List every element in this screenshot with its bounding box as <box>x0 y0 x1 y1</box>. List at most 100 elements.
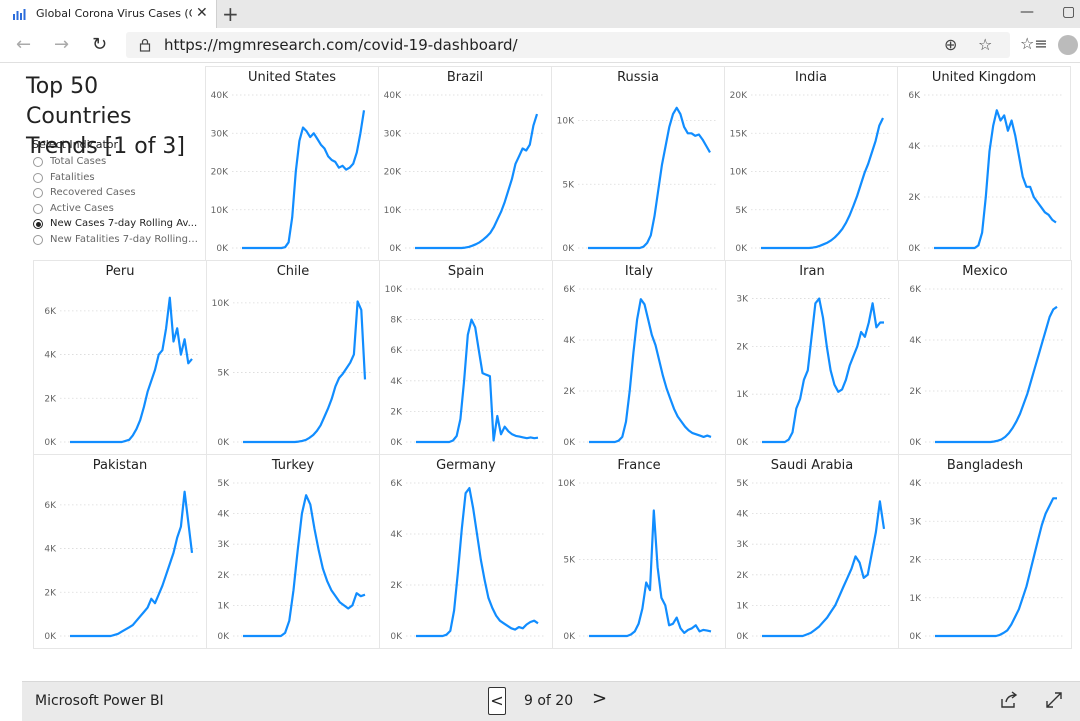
slicer-option[interactable]: Active Cases <box>32 202 202 218</box>
slicer-option[interactable]: Fatalities <box>32 171 202 187</box>
slicer-option[interactable]: New Fatalities 7-day Rolling ... <box>32 233 202 249</box>
series-line[interactable] <box>588 106 711 250</box>
y-tick-label: 0K <box>562 244 575 254</box>
radio-icon[interactable] <box>33 172 43 183</box>
country-chart[interactable]: 0K 2K 4K 6K Germany <box>379 454 553 649</box>
chart-title: Chile <box>276 264 310 279</box>
slicer-option-label: Total Cases <box>50 156 107 167</box>
chart-title: Peru <box>105 264 135 279</box>
line-chart: 0K 2K 4K 6K <box>909 285 1063 448</box>
y-tick-label: 2K <box>736 571 749 581</box>
series-line[interactable] <box>415 113 539 250</box>
previous-page-button[interactable]: < <box>488 687 506 715</box>
minimize-icon[interactable]: — <box>1020 4 1034 20</box>
series-line[interactable] <box>242 110 366 250</box>
country-chart[interactable]: 0K 10K 20K 30K 40K United States <box>205 66 379 261</box>
slicer-option[interactable]: Total Cases <box>32 155 202 171</box>
country-chart[interactable]: 0K 2K 4K 6K Peru <box>33 260 207 455</box>
chart-title: Bangladesh <box>946 458 1024 473</box>
country-chart[interactable]: 0K 2K 4K 6K United Kingdom <box>897 66 1071 261</box>
country-chart[interactable]: 0K 5K 10K Russia <box>551 66 725 261</box>
series-line[interactable] <box>70 490 194 638</box>
radio-icon[interactable] <box>33 203 43 214</box>
forward-icon[interactable]: → <box>54 34 69 55</box>
maximize-icon[interactable]: ▢ <box>1062 4 1075 20</box>
y-tick-label: 6K <box>909 285 922 295</box>
series-line[interactable] <box>243 494 366 638</box>
favorite-star-icon[interactable]: ☆ <box>978 35 992 54</box>
y-tick-label: 5K <box>735 206 748 216</box>
y-tick-label: 4K <box>909 336 922 346</box>
chart-title: United States <box>247 70 337 85</box>
browser-tab[interactable]: Global Corona Virus Cases (Covid ✕ <box>0 0 217 28</box>
y-tick-label: 5K <box>562 180 575 190</box>
country-chart[interactable]: 0K 1K 2K 3K 4K 5K Saudi Arabia <box>725 454 899 649</box>
profile-avatar[interactable] <box>1058 35 1078 55</box>
address-bar[interactable]: https://mgmresearch.com/covid-19-dashboa… <box>126 32 1010 58</box>
series-line[interactable] <box>762 500 886 638</box>
series-line[interactable] <box>935 497 1057 638</box>
series-line[interactable] <box>934 109 1057 250</box>
country-chart[interactable]: 0K 10K 20K 30K 40K Brazil <box>378 66 552 261</box>
y-tick-label: 2K <box>736 342 749 352</box>
y-tick-label: 0K <box>217 632 230 642</box>
y-tick-label: 10K <box>557 117 575 127</box>
slicer-option[interactable]: Recovered Cases <box>32 186 202 202</box>
power-bi-footer: Microsoft Power BI < 9 of 20 > <box>22 681 1080 721</box>
back-icon[interactable]: ← <box>16 34 31 55</box>
line-chart: 0K 2K 4K 6K <box>390 479 544 642</box>
series-line[interactable] <box>70 296 193 444</box>
series-line[interactable] <box>935 305 1058 444</box>
radio-icon[interactable] <box>33 234 43 245</box>
line-chart: 0K 1K 2K 3K <box>736 295 890 448</box>
series-line[interactable] <box>416 486 539 638</box>
country-chart[interactable]: 0K 2K 4K 6K Pakistan <box>33 454 207 649</box>
series-line[interactable] <box>243 300 367 444</box>
share-icon[interactable] <box>999 690 1019 710</box>
zoom-icon[interactable]: ⊕ <box>944 35 957 54</box>
y-tick-label: 3K <box>736 295 749 305</box>
y-tick-label: 0K <box>563 632 576 642</box>
country-chart[interactable]: 0K 5K 10K Chile <box>206 260 380 455</box>
country-chart[interactable]: 0K 5K 10K 15K 20K India <box>724 66 898 261</box>
radio-selected-icon[interactable] <box>33 219 43 230</box>
country-chart[interactable]: 0K 1K 2K 3K Iran <box>725 260 899 455</box>
chart-title: Pakistan <box>92 458 148 473</box>
radio-icon[interactable] <box>33 188 43 199</box>
country-chart[interactable]: 0K 1K 2K 3K 4K Bangladesh <box>898 454 1072 649</box>
next-page-button[interactable]: > <box>592 688 607 709</box>
country-chart[interactable]: 0K 1K 2K 3K 4K 5K Turkey <box>206 454 380 649</box>
y-tick-label: 4K <box>390 377 403 387</box>
power-bi-brand[interactable]: Microsoft Power BI <box>35 693 164 709</box>
series-line[interactable] <box>761 117 884 250</box>
line-chart: 0K 2K 4K 6K 8K 10K <box>385 285 544 448</box>
line-chart: 0K 2K 4K 6K <box>908 91 1062 254</box>
country-chart[interactable]: 0K 2K 4K 6K 8K 10K Spain <box>379 260 553 455</box>
slicer-option-label: Recovered Cases <box>50 187 136 199</box>
tab-title: Global Corona Virus Cases (Covid <box>36 7 192 20</box>
url-text[interactable]: https://mgmresearch.com/covid-19-dashboa… <box>164 36 518 54</box>
radio-icon[interactable] <box>33 157 43 167</box>
fullscreen-icon[interactable] <box>1044 690 1064 710</box>
y-tick-label: 5K <box>736 479 749 489</box>
slicer-option-label: New Fatalities 7-day Rolling ... <box>50 233 200 245</box>
country-chart[interactable]: 0K 2K 4K 6K Mexico <box>898 260 1072 455</box>
y-tick-label: 30K <box>211 129 229 139</box>
lock-icon <box>139 38 151 52</box>
series-line[interactable] <box>589 298 712 444</box>
slicer-option[interactable]: New Cases 7-day Rolling Av... <box>32 217 202 233</box>
y-tick-label: 10K <box>385 285 403 295</box>
series-line[interactable] <box>762 297 884 444</box>
refresh-icon[interactable]: ↻ <box>92 34 107 55</box>
country-chart[interactable]: 0K 5K 10K France <box>552 454 726 649</box>
tab-close-icon[interactable]: ✕ <box>196 5 208 21</box>
line-chart: 0K 1K 2K 3K 4K <box>909 479 1063 642</box>
new-tab-icon[interactable]: + <box>222 2 239 26</box>
chart-title: Italy <box>624 264 654 279</box>
chart-title: Turkey <box>271 458 315 473</box>
y-tick-label: 20K <box>730 91 748 101</box>
y-tick-label: 1K <box>736 601 749 611</box>
country-chart[interactable]: 0K 2K 4K 6K Italy <box>552 260 726 455</box>
series-line[interactable] <box>589 509 712 638</box>
favorites-bar-icon[interactable]: ☆≡ <box>1020 34 1048 53</box>
